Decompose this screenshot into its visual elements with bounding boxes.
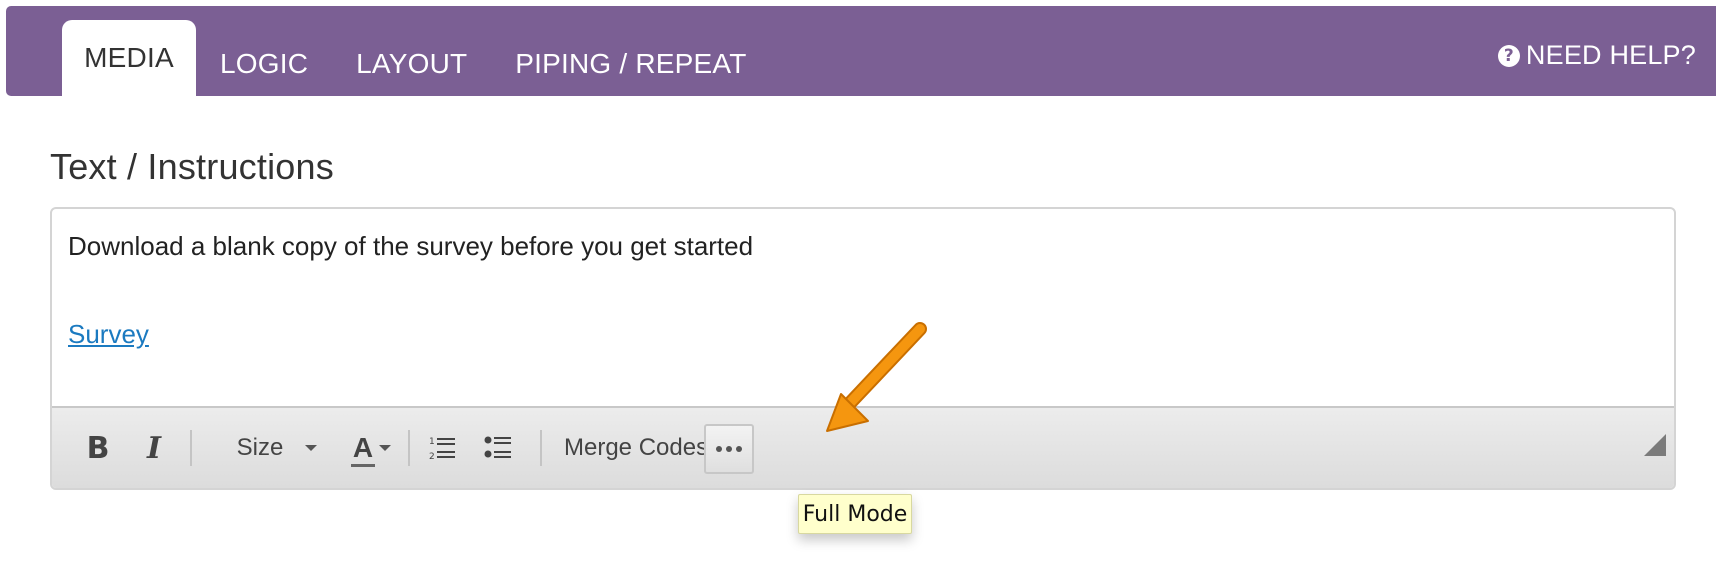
rich-text-editor: Download a blank copy of the survey befo… [50, 207, 1676, 490]
bullet-list-button[interactable] [476, 428, 520, 468]
top-tab-bar: MEDIA LOGIC LAYOUT PIPING / REPEAT ? NEE… [6, 6, 1716, 102]
bold-button[interactable]: B [76, 428, 120, 468]
tab-piping-repeat[interactable]: PIPING / REPEAT [491, 26, 770, 102]
font-size-label: Size [236, 434, 284, 461]
font-size-dropdown[interactable]: Size [222, 428, 332, 468]
bullet-list-icon [484, 436, 511, 458]
chevron-down-icon [305, 445, 318, 451]
text-color-dropdown[interactable]: A [342, 428, 402, 468]
tab-list: MEDIA LOGIC LAYOUT PIPING / REPEAT [62, 20, 771, 102]
tab-layout[interactable]: LAYOUT [332, 26, 491, 102]
full-mode-tooltip: Full Mode [798, 494, 912, 534]
need-help-label: NEED HELP? [1525, 40, 1696, 70]
italic-button[interactable]: I [132, 428, 176, 468]
numbered-list-button[interactable]: 1 2 [420, 428, 464, 468]
toolbar-divider [408, 430, 410, 466]
numbered-list-icon: 1 2 [429, 437, 455, 462]
editor-content-area[interactable]: Download a blank copy of the survey befo… [68, 231, 1658, 349]
svg-text:2: 2 [429, 452, 435, 462]
tab-media[interactable]: MEDIA [62, 20, 196, 102]
toolbar-divider [190, 430, 192, 466]
svg-text:1: 1 [429, 437, 435, 447]
resize-handle[interactable] [1644, 434, 1666, 456]
survey-link[interactable]: Survey [68, 319, 149, 349]
full-mode-button[interactable] [704, 424, 754, 474]
ellipsis-icon [716, 446, 742, 452]
chevron-down-icon [379, 445, 392, 451]
editor-toolbar: B I Size A 1 2 Merge Codes [52, 406, 1674, 488]
question-circle-icon: ? [1497, 44, 1520, 67]
section-title: Text / Instructions [50, 146, 334, 187]
text-color-icon: A [350, 432, 376, 467]
editor-paragraph: Download a blank copy of the survey befo… [68, 231, 754, 261]
need-help-link[interactable]: ? NEED HELP? [1497, 40, 1696, 71]
tab-logic[interactable]: LOGIC [196, 26, 332, 102]
toolbar-divider [540, 430, 542, 466]
merge-codes-label: Merge Codes [564, 434, 709, 461]
